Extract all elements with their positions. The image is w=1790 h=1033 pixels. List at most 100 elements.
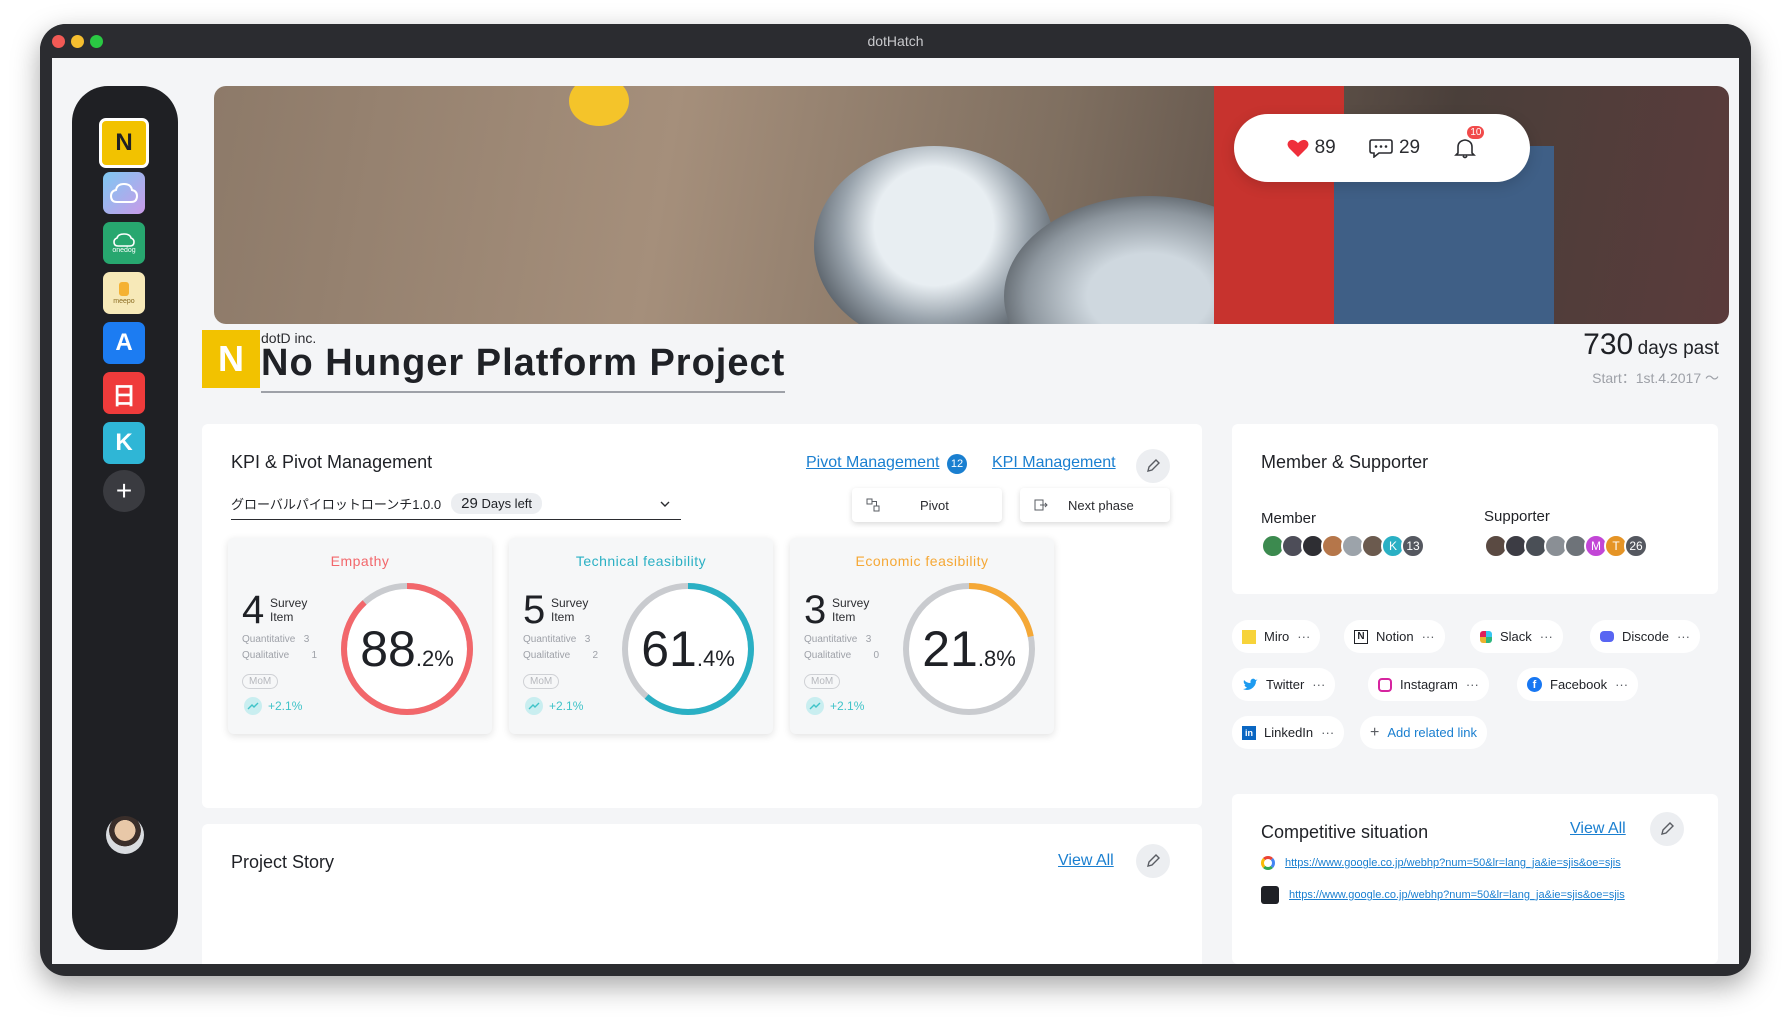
heart-icon — [1287, 139, 1309, 157]
notifications-stat[interactable]: 10 — [1453, 126, 1485, 160]
title-bar: dotHatch — [40, 24, 1751, 58]
survey-count: 3 — [804, 588, 827, 632]
kpi-card-technical[interactable]: Technical feasibility 5 Survey Item Quant… — [509, 538, 773, 734]
chip-more-menu[interactable]: ··· — [1422, 629, 1435, 644]
pivot-icon — [866, 498, 880, 512]
mom-delta-value: +2.1% — [549, 699, 584, 713]
qualitative-count: 1 — [311, 650, 318, 661]
pencil-icon — [1147, 459, 1160, 472]
link-chip-discord[interactable]: Discode ··· — [1590, 620, 1700, 653]
mom-tag: MoM — [804, 674, 841, 689]
pencil-icon — [1661, 822, 1674, 835]
phase-select[interactable]: グローバルパイロットローンチ1.0.0 29 Days left — [231, 488, 681, 520]
member-supporter-title: Member & Supporter — [1261, 452, 1429, 472]
sidebar-app-a[interactable]: A — [103, 322, 145, 364]
miro-icon — [1242, 629, 1256, 644]
chip-more-menu[interactable]: ··· — [1615, 677, 1628, 692]
link-chip-miro[interactable]: Miro ··· — [1232, 620, 1321, 653]
quantitative-label: Quantitative — [242, 634, 296, 645]
survey-breakdown: Quantitative 3 Qualitative 0 — [804, 632, 879, 664]
mom-delta-value: +2.1% — [830, 699, 865, 713]
facebook-icon: f — [1527, 677, 1542, 692]
next-phase-label: Next phase — [1068, 497, 1134, 513]
sidebar-app-onedog[interactable]: onedog — [103, 222, 145, 264]
trend-up-icon — [806, 697, 824, 715]
chip-label: Twitter — [1266, 677, 1305, 692]
kpi-label: Empathy — [330, 553, 390, 569]
kpi-percentage-decimal: .4% — [696, 646, 735, 671]
link-chip-linkedin[interactable]: in LinkedIn ··· — [1232, 716, 1345, 749]
link-chip-instagram[interactable]: Instagram ··· — [1368, 668, 1489, 701]
chip-more-menu[interactable]: ··· — [1312, 677, 1325, 692]
edit-competitive-button[interactable] — [1650, 812, 1684, 846]
chip-more-menu[interactable]: ··· — [1297, 629, 1310, 644]
sidebar-app-k[interactable]: K — [103, 422, 145, 464]
link-chip-twitter[interactable]: Twitter ··· — [1232, 668, 1336, 701]
link-chip-facebook[interactable]: f Facebook ··· — [1517, 668, 1639, 701]
cloud-icon — [109, 182, 139, 203]
add-related-link-button[interactable]: + Add related link — [1360, 716, 1487, 749]
chevron-down-icon — [660, 501, 670, 507]
competitor-row: https://www.google.co.jp/webhp?num=50&lr… — [1261, 886, 1625, 904]
chip-more-menu[interactable]: ··· — [1540, 629, 1553, 644]
instagram-icon — [1378, 677, 1392, 692]
qualitative-label: Qualitative — [804, 650, 852, 661]
next-phase-button[interactable]: Next phase — [1020, 488, 1170, 522]
sidebar-app-meepo[interactable]: meepo — [103, 272, 145, 314]
kpi-card-title: KPI & Pivot Management — [231, 452, 433, 472]
survey-count: 4 — [242, 588, 265, 632]
days-left-label: Days left — [481, 496, 533, 511]
notion-icon: N — [1354, 629, 1368, 644]
supporter-avatars[interactable]: M T 26 — [1484, 534, 1684, 562]
chip-more-menu[interactable]: ··· — [1321, 725, 1334, 740]
kpi-percentage: 21.8% — [896, 576, 1042, 722]
slack-icon — [1480, 630, 1492, 643]
kpi-percentage: 61.4% — [615, 576, 761, 722]
kpi-card-empathy[interactable]: Empathy 4 Survey Item Quantitative 3 Qual… — [228, 538, 492, 734]
sidebar-app-cloud[interactable] — [103, 172, 145, 214]
pivot-management-link[interactable]: Pivot Management — [806, 454, 939, 472]
cloud-icon — [113, 232, 135, 247]
edit-kpi-button[interactable] — [1136, 449, 1170, 483]
add-related-link-label: Add related link — [1387, 725, 1477, 740]
project-story-title: Project Story — [231, 852, 335, 872]
competitive-card: Competitive situation View All https://w… — [1232, 794, 1718, 964]
edit-story-button[interactable] — [1136, 844, 1170, 878]
days-past-label: days past — [1637, 338, 1719, 359]
project-story-view-all[interactable]: View All — [1058, 852, 1114, 870]
competitive-view-all[interactable]: View All — [1570, 820, 1626, 838]
sidebar-app-n[interactable]: N — [99, 118, 149, 168]
comments-count: 29 — [1398, 137, 1421, 158]
chip-more-menu[interactable]: ··· — [1677, 629, 1690, 644]
item-label: Item — [832, 610, 856, 624]
kpi-card-economic[interactable]: Economic feasibility 3 Survey Item Quanti… — [790, 538, 1054, 734]
chip-more-menu[interactable]: ··· — [1466, 677, 1479, 692]
days-left-number: 29 — [461, 495, 478, 512]
bell-icon — [1454, 139, 1477, 159]
kpi-percentage-main: 21 — [922, 621, 978, 677]
kpi-management-link[interactable]: KPI Management — [992, 454, 1116, 472]
kpi-percentage: 88.2% — [334, 576, 480, 722]
member-avatars[interactable]: K 13 — [1261, 534, 1461, 562]
project-logo: N — [202, 330, 260, 388]
link-chip-notion[interactable]: N Notion ··· — [1344, 620, 1445, 653]
supporter-label: Supporter — [1484, 508, 1550, 525]
comments-stat[interactable]: 29 — [1369, 137, 1420, 159]
mom-tag: MoM — [242, 674, 279, 689]
user-avatar[interactable] — [106, 816, 144, 854]
pivot-button[interactable]: Pivot — [852, 488, 1002, 522]
competitor-link[interactable]: https://www.google.co.jp/webhp?num=50&lr… — [1289, 889, 1625, 901]
likes-stat[interactable]: 89 — [1287, 137, 1336, 159]
notifications-badge: 10 — [1467, 126, 1485, 139]
item-label: Item — [551, 610, 575, 624]
member-more-count[interactable]: 13 — [1401, 534, 1425, 558]
project-title: No Hunger Platform Project — [261, 342, 786, 393]
competitive-title: Competitive situation — [1261, 822, 1429, 842]
competitor-link[interactable]: https://www.google.co.jp/webhp?num=50&lr… — [1285, 857, 1621, 869]
sidebar-app-calendar[interactable]: 日 — [103, 372, 145, 414]
link-chip-slack[interactable]: Slack ··· — [1470, 620, 1563, 653]
add-app-button[interactable]: + — [103, 470, 145, 512]
supporter-more-count[interactable]: 26 — [1624, 534, 1648, 558]
survey-item-label: Survey Item — [551, 596, 588, 624]
kpi-label: Economic feasibility — [855, 553, 989, 569]
